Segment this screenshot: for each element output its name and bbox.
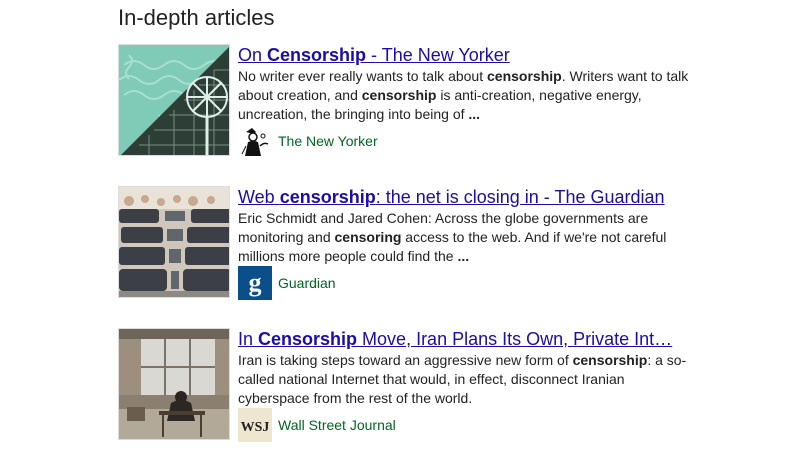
article-snippet: Iran is taking steps toward an aggressiv… xyxy=(238,351,693,408)
svg-text:WSJ: WSJ xyxy=(241,420,270,435)
guardian-g-logo-icon: g xyxy=(238,266,272,300)
wsj-logo-icon: WSJ xyxy=(238,408,272,442)
article-card: In Censorship Move, Iran Plans Its Own, … xyxy=(118,328,698,448)
article-title-link[interactable]: In Censorship Move, Iran Plans Its Own, … xyxy=(238,328,693,350)
article-snippet: No writer ever really wants to talk abou… xyxy=(238,67,693,124)
title-suffix: Move, Iran Plans Its Own, Private Int… xyxy=(357,329,673,349)
man-at-desk-photo-thumbnail[interactable] xyxy=(118,328,230,440)
svg-text:g: g xyxy=(249,268,262,297)
article-card: Web censorship: the net is closing in - … xyxy=(118,186,698,306)
article-source: WSJ Wall Street Journal xyxy=(238,408,396,442)
title-keyword: censorship xyxy=(279,187,376,207)
article-snippet: Eric Schmidt and Jared Cohen: Across the… xyxy=(238,209,693,266)
title-prefix: In xyxy=(238,329,259,349)
snippet-ellipsis: ... xyxy=(457,248,470,264)
snippet-ellipsis: ... xyxy=(468,106,481,122)
article-card: On Censorship - The New Yorker No writer… xyxy=(118,44,698,164)
title-suffix: - The New Yorker xyxy=(366,45,510,65)
eustace-tilley-logo-icon xyxy=(238,124,272,158)
article-title-link[interactable]: Web censorship: the net is closing in - … xyxy=(238,186,693,208)
in-depth-articles-panel: In-depth articles On Censorship - The Ne… xyxy=(0,0,800,450)
source-name[interactable]: Guardian xyxy=(278,274,336,292)
snippet-text: Iran is taking steps toward an aggressiv… xyxy=(238,352,573,368)
title-suffix: : the net is closing in - The Guardian xyxy=(375,187,665,207)
snippet-text: No writer ever really wants to talk abou… xyxy=(238,68,487,84)
title-keyword: Censorship xyxy=(258,329,358,349)
article-source: The New Yorker xyxy=(238,124,378,158)
source-name[interactable]: Wall Street Journal xyxy=(278,416,396,434)
snippet-keyword: censorship xyxy=(487,68,562,84)
snippet-keyword: censoring xyxy=(334,229,402,245)
article-title-link[interactable]: On Censorship - The New Yorker xyxy=(238,44,693,66)
windmill-illustration-thumbnail[interactable] xyxy=(118,44,230,156)
title-keyword: Censorship xyxy=(267,45,367,65)
article-source: g Guardian xyxy=(238,266,336,300)
title-prefix: On xyxy=(238,45,268,65)
title-prefix: Web xyxy=(238,187,280,207)
internet-cafe-photo-thumbnail[interactable] xyxy=(118,186,230,298)
section-title: In-depth articles xyxy=(118,5,275,30)
snippet-keyword: censorship xyxy=(361,87,437,103)
source-name[interactable]: The New Yorker xyxy=(278,132,378,150)
snippet-keyword: censorship xyxy=(572,352,648,368)
